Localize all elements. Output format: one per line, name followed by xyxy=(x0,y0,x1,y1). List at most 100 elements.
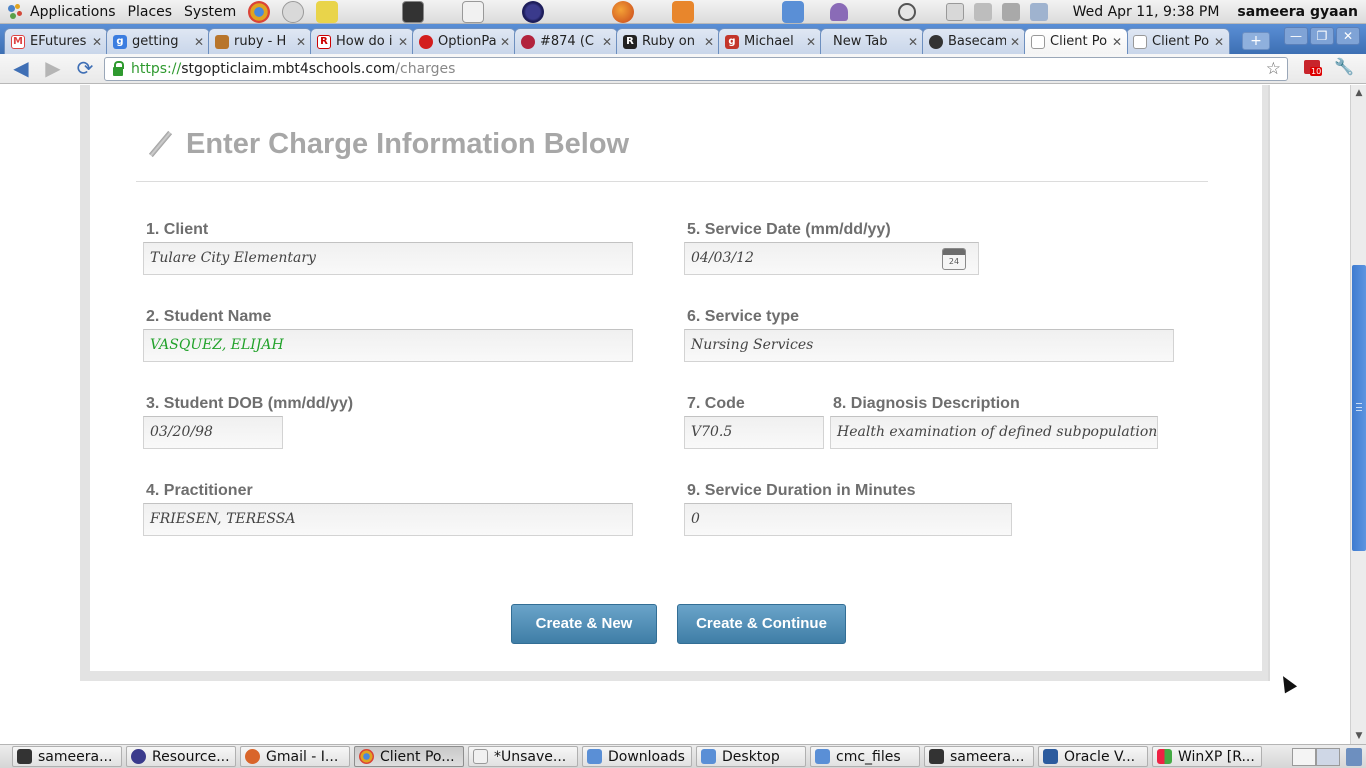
browser-tab[interactable]: M EFutures ✕ xyxy=(4,28,108,54)
create-new-button[interactable]: Create & New xyxy=(511,604,657,644)
taskbar-item[interactable]: WinXP [R... xyxy=(1152,746,1262,767)
duration-field[interactable]: 0 xyxy=(684,503,1012,536)
blender-icon[interactable] xyxy=(672,0,695,23)
taskbar-item[interactable]: Oracle V... xyxy=(1038,746,1148,767)
terminal-icon[interactable] xyxy=(402,0,425,23)
back-icon[interactable]: ◀ xyxy=(8,57,34,81)
student-dob-field[interactable]: 03/20/98 xyxy=(143,416,283,449)
new-tab-button[interactable]: + xyxy=(1242,32,1270,50)
workspace-2[interactable] xyxy=(1316,748,1340,766)
printer-icon[interactable] xyxy=(945,3,964,21)
google-icon: g xyxy=(113,34,127,49)
workspace-1[interactable] xyxy=(1292,748,1316,766)
close-icon[interactable]: ✕ xyxy=(1111,35,1123,49)
places-menu[interactable]: Places xyxy=(122,0,179,24)
task-label: cmc_files xyxy=(836,748,901,765)
basecamp-icon xyxy=(929,34,943,49)
taskbar-item[interactable]: Downloads xyxy=(582,746,692,767)
browser-tab[interactable]: g Michael ✕ xyxy=(718,28,822,54)
firefox-icon[interactable] xyxy=(612,0,635,23)
scroll-up-icon[interactable]: ▲ xyxy=(1353,87,1365,99)
network-icon[interactable] xyxy=(1001,3,1020,21)
url-path: /charges xyxy=(395,60,456,77)
reload-icon[interactable]: ⟳ xyxy=(72,57,98,81)
power-icon[interactable] xyxy=(897,3,916,21)
tab-label: Basecam xyxy=(948,34,1006,49)
taskbar-item[interactable]: *Unsave... xyxy=(468,746,578,767)
taskbar-item[interactable]: cmc_files xyxy=(810,746,920,767)
close-icon[interactable]: ✕ xyxy=(907,35,919,49)
applications-menu-label: Applications xyxy=(30,3,116,20)
lock-icon xyxy=(113,60,124,76)
close-icon[interactable]: ✕ xyxy=(1213,35,1225,49)
browser-tab[interactable]: Client Po ✕ xyxy=(1126,28,1230,54)
user-menu[interactable]: sameera gyaan xyxy=(1237,4,1358,20)
wrench-icon[interactable]: 🔧 xyxy=(1334,57,1354,77)
task-label: Desktop xyxy=(722,748,780,765)
taskbar-item[interactable]: Gmail - I... xyxy=(240,746,350,767)
close-icon[interactable]: ✕ xyxy=(91,35,103,49)
restore-icon[interactable]: ❐ xyxy=(1310,27,1334,45)
bookmark-star-icon[interactable]: ☆ xyxy=(1266,59,1281,79)
battery-icon[interactable] xyxy=(1029,3,1048,21)
text-editor-icon[interactable] xyxy=(462,0,485,23)
close-icon[interactable]: ✕ xyxy=(805,35,817,49)
vertical-scrollbar[interactable]: ▲ ▼ xyxy=(1350,85,1366,745)
pidgin-icon[interactable] xyxy=(829,3,848,21)
gift-extension-icon[interactable]: 10 xyxy=(1302,57,1323,77)
task-label: sameera... xyxy=(950,748,1025,765)
browser-tab[interactable]: New Tab ✕ xyxy=(820,28,924,54)
clock-app-icon[interactable] xyxy=(282,0,305,23)
tab-strip: M EFutures ✕ g getting ✕ ruby - H ✕ R Ho… xyxy=(0,24,1366,54)
student-name-field[interactable]: VASQUEZ, ELIJAH xyxy=(143,329,633,362)
panel-clock[interactable]: Wed Apr 11, 9:38 PM xyxy=(1073,4,1220,20)
close-icon[interactable]: ✕ xyxy=(703,35,715,49)
panel-spacer-4 xyxy=(556,1,600,23)
system-menu[interactable]: System xyxy=(178,0,242,24)
calendar-icon[interactable]: 24 xyxy=(942,248,966,270)
forward-icon[interactable]: ▶ xyxy=(40,57,66,81)
taskbar-item[interactable]: sameera... xyxy=(12,746,122,767)
browser-tab[interactable]: g getting ✕ xyxy=(106,28,210,54)
taskbar-item[interactable]: Desktop xyxy=(696,746,806,767)
chrome-launcher-icon[interactable] xyxy=(248,0,271,23)
service-date-field[interactable]: 04/03/12 24 xyxy=(684,242,979,275)
taskbar-item-active[interactable]: Client Po... xyxy=(354,746,464,767)
close-icon[interactable]: ✕ xyxy=(193,35,205,49)
diagnosis-field[interactable]: Health examination of defined subpopulat… xyxy=(830,416,1158,449)
calendar-day-number: 24 xyxy=(948,257,960,266)
browser-tab[interactable]: Basecam ✕ xyxy=(922,28,1026,54)
minimize-icon[interactable]: — xyxy=(1284,27,1308,45)
applications-menu[interactable]: Applications xyxy=(0,0,122,24)
code-field[interactable]: V70.5 xyxy=(684,416,824,449)
close-window-icon[interactable]: ✕ xyxy=(1336,27,1360,45)
taskbar-item[interactable]: Resource... xyxy=(126,746,236,767)
folder-icon[interactable] xyxy=(782,0,805,23)
notes-icon[interactable] xyxy=(316,0,339,23)
extension-badge: 10 xyxy=(1310,67,1323,76)
address-bar[interactable]: https:// stgopticlaim.mbt4schools.com /c… xyxy=(104,56,1288,81)
client-field[interactable]: Tulare City Elementary xyxy=(143,242,633,275)
browser-tab[interactable]: R How do i ✕ xyxy=(310,28,414,54)
close-icon[interactable]: ✕ xyxy=(1009,35,1021,49)
trash-icon[interactable] xyxy=(1346,748,1362,766)
browser-tab-active[interactable]: Client Po ✕ xyxy=(1024,28,1128,54)
browser-tab[interactable]: #874 (C ✕ xyxy=(514,28,618,54)
scroll-down-icon[interactable]: ▼ xyxy=(1353,730,1365,742)
browser-tab[interactable]: ruby - H ✕ xyxy=(208,28,312,54)
workspace-switcher[interactable] xyxy=(1292,748,1340,766)
browser-tab[interactable]: OptionPa ✕ xyxy=(412,28,516,54)
scrollbar-thumb[interactable] xyxy=(1352,265,1366,551)
practitioner-field[interactable]: FRIESEN, TERESSA xyxy=(143,503,633,536)
taskbar-item[interactable]: sameera... xyxy=(924,746,1034,767)
close-icon[interactable]: ✕ xyxy=(295,35,307,49)
eclipse-icon[interactable] xyxy=(522,0,545,23)
close-icon[interactable]: ✕ xyxy=(397,35,409,49)
grip-icon xyxy=(1356,403,1362,411)
close-icon[interactable]: ✕ xyxy=(601,35,613,49)
service-type-field[interactable]: Nursing Services xyxy=(684,329,1174,362)
browser-tab[interactable]: R Ruby on ✕ xyxy=(616,28,720,54)
create-continue-button[interactable]: Create & Continue xyxy=(677,604,846,644)
close-icon[interactable]: ✕ xyxy=(499,35,511,49)
volume-icon[interactable] xyxy=(973,3,992,21)
